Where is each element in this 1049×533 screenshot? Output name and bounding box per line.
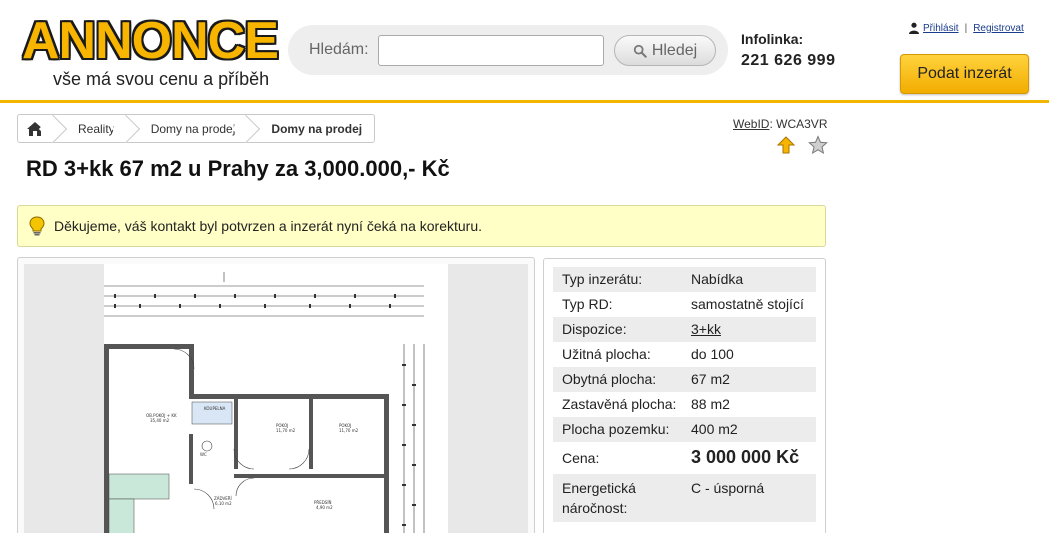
user-icon [909,22,919,34]
param-value: do 100 [691,346,734,362]
param-value: 88 m2 [691,396,730,412]
param-value: samostatně stojící [691,296,804,312]
param-row: Typ inzerátu: Nabídka [553,267,816,292]
logo-text: ANNONCE [22,12,279,70]
post-ad-button[interactable]: Podat inzerát [900,54,1029,94]
user-links: Přihlásit | Registrovat [908,22,1024,34]
listing-actions [776,135,828,155]
param-value: 67 m2 [691,371,730,387]
svg-text:11,70 m2: 11,70 m2 [339,428,359,433]
star-icon[interactable] [808,135,828,155]
svg-text:6,10 m2: 6,10 m2 [215,501,232,506]
search-button-label: Hledej [651,41,698,59]
arrow-up-icon[interactable] [776,135,796,155]
floor-plan-image[interactable]: OB.POKOJ + KK 35,40 m2 POKOJ 11,70 m2 PO… [104,264,448,533]
param-row: Plocha pozemku: 400 m2 [553,417,816,442]
svg-text:WC: WC [200,452,207,457]
notice-message: Děkujeme, váš kontakt byl potvrzen a inz… [17,205,826,247]
login-link[interactable]: Přihlásit [923,23,959,34]
search-box: Hledám: Hledej [288,25,728,75]
home-icon [27,121,43,136]
photo-gallery[interactable]: OB.POKOJ + KK 35,40 m2 POKOJ 11,70 m2 PO… [17,257,535,533]
search-icon [633,44,647,58]
param-row-price: Cena: 3 000 000 Kč [553,442,816,474]
infolinka: Infolinka: 221 626 999 [741,31,835,70]
param-row: Energetická náročnost: C - úsporná [553,474,816,522]
param-key: Energetická náročnost: [562,480,636,516]
notice-text: Děkujeme, váš kontakt byl potvrzen a inz… [54,218,482,234]
param-row: Zastavěná plocha: 88 m2 [553,392,816,417]
site-logo[interactable]: ANNONCE vše má svou cenu a příběh [22,12,279,92]
param-key: Užitná plocha: [562,346,651,362]
gallery-frame: OB.POKOJ + KK 35,40 m2 POKOJ 11,70 m2 PO… [24,264,528,533]
param-key: Obytná plocha: [562,371,657,387]
param-key: Plocha pozemku: [562,421,670,437]
infolinka-title: Infolinka: [741,31,804,47]
logo-slogan: vše má svou cenu a příběh [53,69,270,89]
param-value: C - úsporná [691,480,765,496]
svg-text:4,90 m2: 4,90 m2 [316,505,333,510]
breadcrumb-home[interactable] [18,115,56,142]
webid-value: WCA3VR [776,117,828,131]
site-header: ANNONCE vše má svou cenu a příběh Hledám… [0,0,1049,103]
svg-text:35,40 m2: 35,40 m2 [150,418,170,423]
webid: WebID: WCA3VR [733,117,828,131]
infolinka-phone: 221 626 999 [741,52,836,69]
param-key: Cena: [562,449,600,466]
param-key: Zastavěná plocha: [562,396,677,412]
svg-text:11,70 m2: 11,70 m2 [276,428,296,433]
param-key: Typ RD: [562,296,613,312]
breadcrumb-item-current: Domy na prodej [271,121,363,136]
param-key: Dispozice: [562,321,627,337]
param-row: Užitná plocha: do 100 [553,342,816,367]
register-link[interactable]: Registrovat [973,23,1024,34]
listing-title: RD 3+kk 67 m2 u Prahy za 3,000.000,- Kč [26,156,450,181]
param-value: Nabídka [691,271,744,287]
param-key: Typ inzerátu: [562,271,643,287]
listing-parameters: Typ inzerátu: Nabídka Typ RD: samostatně… [543,258,826,533]
param-value: 400 m2 [691,421,738,437]
breadcrumb: Reality Domy na prodej Domy na prodej [17,114,376,143]
user-links-separator: | [964,22,968,34]
webid-label[interactable]: WebID [733,117,769,131]
svg-text:KOUPELNA: KOUPELNA [204,406,226,411]
param-row: Obytná plocha: 67 m2 [553,367,816,392]
price-value: 3 000 000 Kč [691,447,800,467]
param-row: Typ RD: samostatně stojící [553,292,816,317]
dispozice-link[interactable]: 3+kk [691,321,721,337]
lightbulb-icon [29,216,45,236]
search-input[interactable] [378,35,604,66]
param-row: Dispozice: 3+kk [553,317,816,342]
breadcrumb-item-domy[interactable]: Domy na prodej [129,115,250,142]
search-label: Hledám: [309,41,369,58]
search-button[interactable]: Hledej [614,35,716,66]
